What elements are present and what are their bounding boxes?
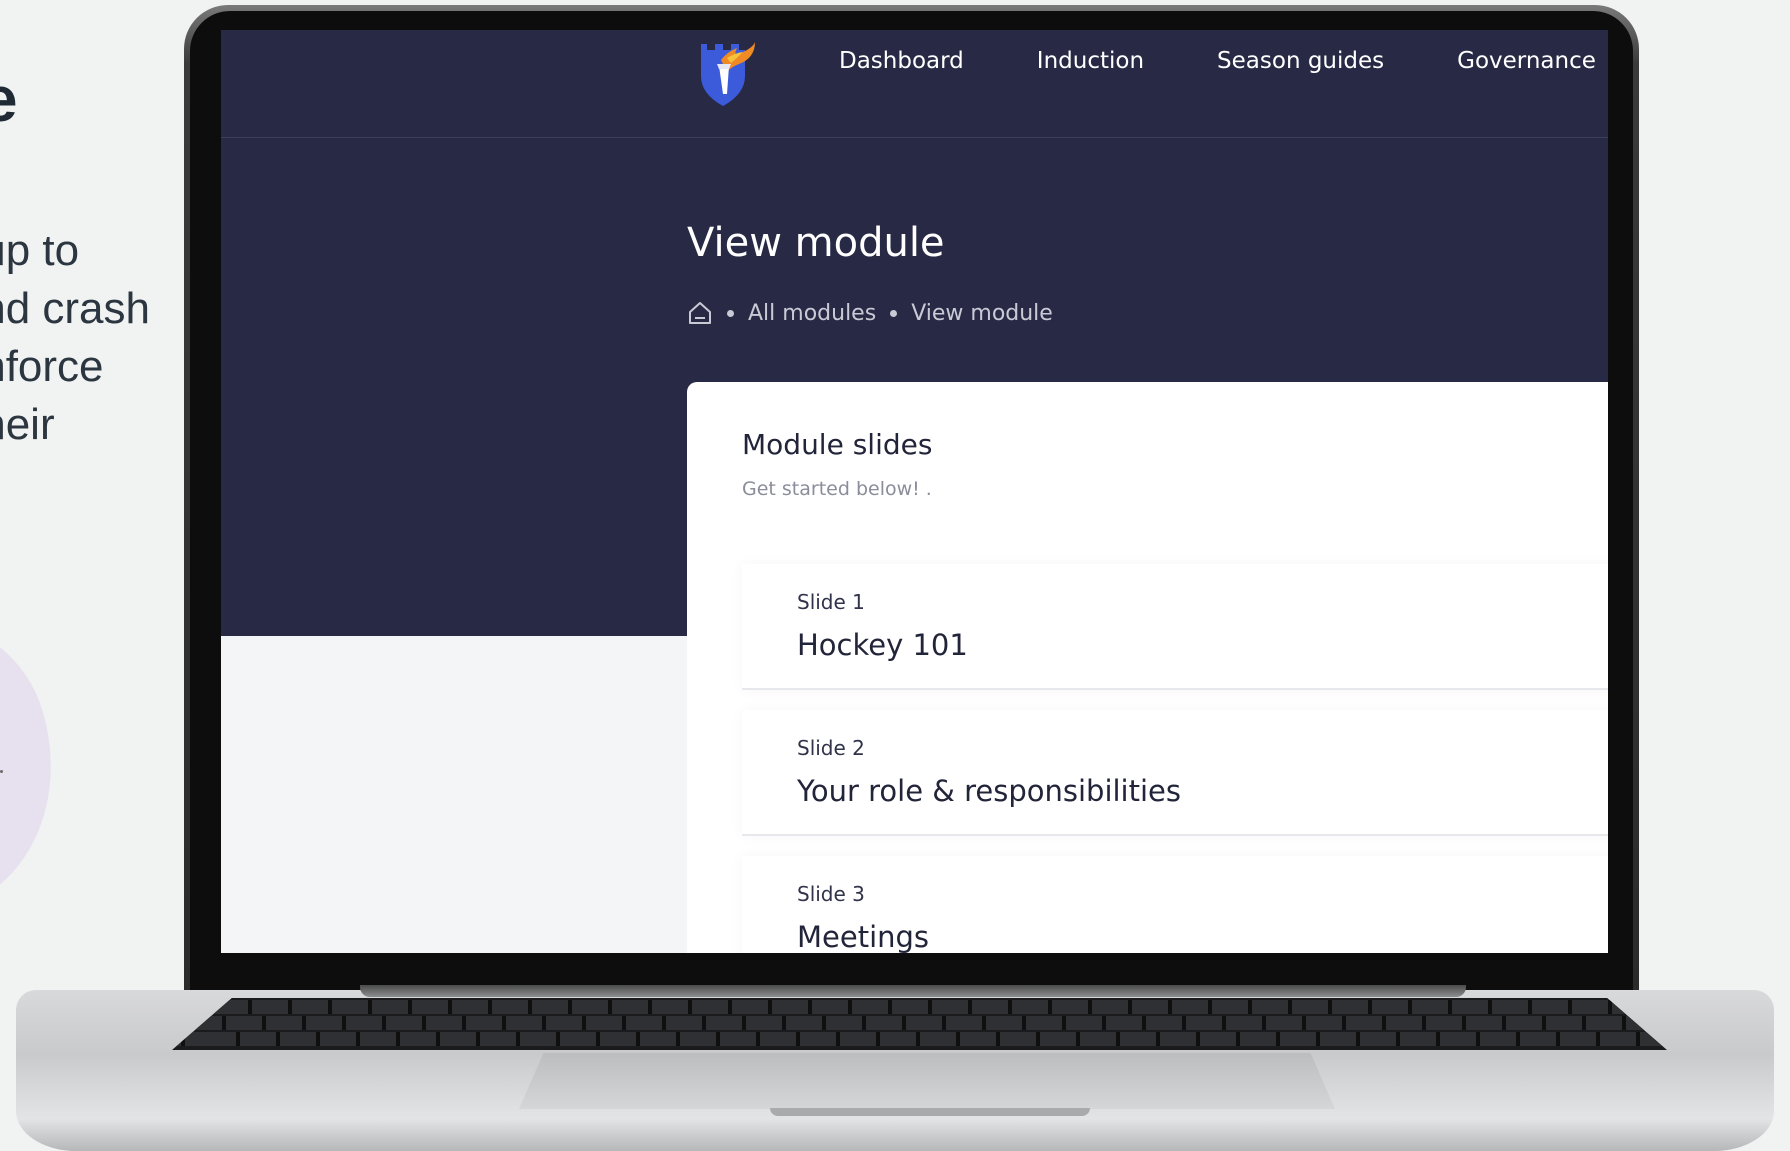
decorative-dot [0, 770, 3, 773]
laptop-notch [770, 1108, 1090, 1116]
marketing-line: heir [0, 400, 55, 449]
left-pane [221, 636, 641, 953]
slide-number: Slide 3 [797, 882, 865, 906]
laptop-hinge [360, 985, 1466, 997]
laptop-trackpad [519, 1053, 1335, 1109]
main-nav: Dashboard Induction Season guides Govern… [839, 48, 1596, 74]
slide-title: Your role & responsibilities [797, 774, 1181, 808]
key-row [172, 1032, 1667, 1046]
slide-item-3[interactable]: Slide 3 Meetings [742, 856, 1608, 953]
module-slides-card: Module slides Get started below! . Slide… [687, 382, 1608, 953]
laptop-screen: Dashboard Induction Season guides Govern… [221, 30, 1608, 953]
breadcrumb-separator [727, 309, 734, 317]
breadcrumb-current: View module [911, 300, 1053, 326]
key-row [172, 1000, 1667, 1014]
slide-title: Hockey 101 [797, 628, 968, 662]
top-navigation-bar: Dashboard Induction Season guides Govern… [221, 30, 1608, 138]
marketing-line: nd crash [0, 284, 150, 333]
card-title: Module slides [742, 428, 933, 461]
breadcrumb-all-modules[interactable]: All modules [748, 301, 876, 326]
nav-dashboard[interactable]: Dashboard [839, 48, 964, 74]
card-subtitle: Get started below! . [742, 478, 932, 500]
slide-number: Slide 1 [797, 590, 865, 614]
breadcrumb: All modules View module [687, 300, 1053, 326]
club-logo-icon[interactable] [693, 36, 763, 106]
marketing-line: up to [0, 226, 80, 275]
decorative-blob [0, 578, 93, 942]
home-icon[interactable] [687, 300, 713, 326]
marketing-paragraph: up to nd crash nforce heir [0, 222, 150, 454]
nav-governance[interactable]: Governance [1457, 48, 1596, 74]
slide-title: Meetings [797, 920, 930, 953]
breadcrumb-separator [890, 309, 898, 317]
marketing-line: nforce [0, 342, 104, 391]
marketing-heading: e [0, 62, 18, 136]
nav-season-guides[interactable]: Season guides [1217, 48, 1384, 74]
key-row [172, 1016, 1667, 1030]
laptop-keyboard [172, 998, 1667, 1050]
nav-induction[interactable]: Induction [1037, 48, 1144, 74]
slide-item-2[interactable]: Slide 2 Your role & responsibilities [742, 710, 1608, 836]
slide-item-1[interactable]: Slide 1 Hockey 101 [742, 564, 1608, 690]
page-title: View module [687, 220, 945, 266]
slide-number: Slide 2 [797, 736, 865, 760]
